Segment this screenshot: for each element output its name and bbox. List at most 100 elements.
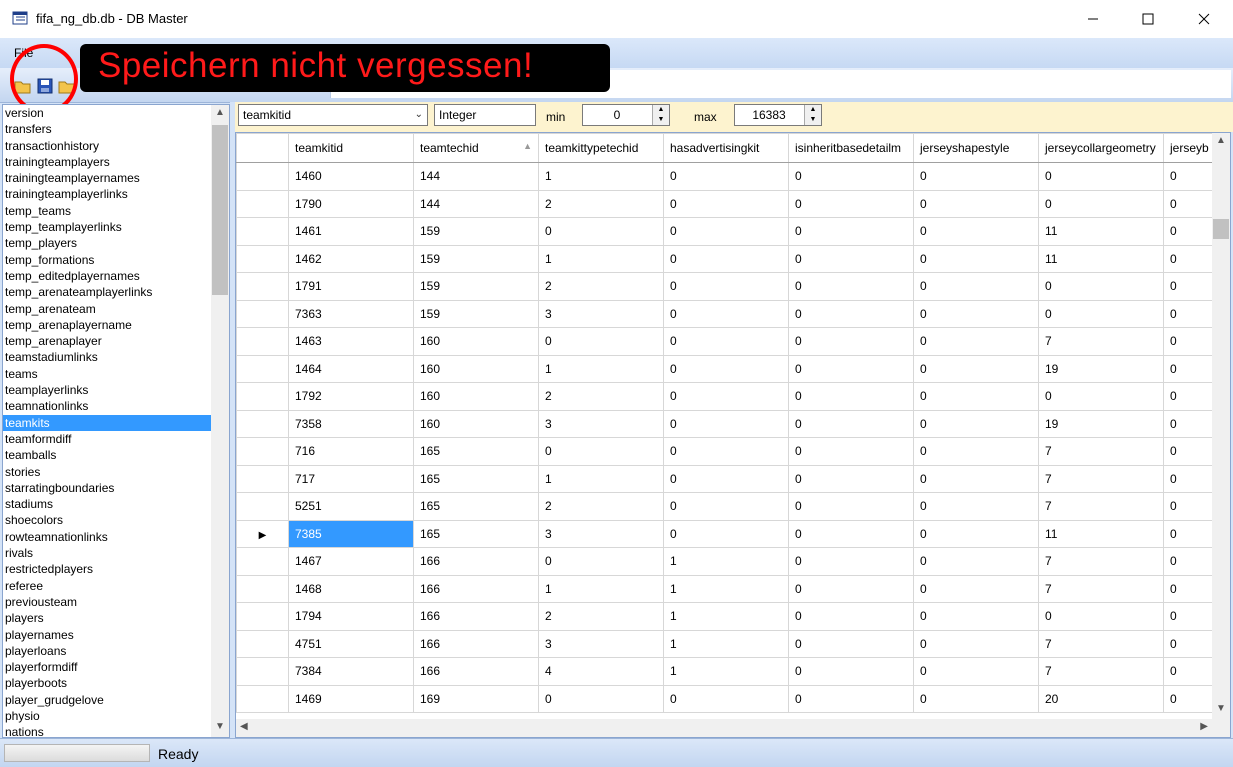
- table-row[interactable]: 1791 159 2 0 0 0 0 0: [236, 272, 1214, 301]
- table-cell[interactable]: 1: [663, 574, 789, 603]
- column-header[interactable]: teamkitid: [288, 133, 414, 163]
- table-cell[interactable]: 165: [413, 437, 539, 466]
- row-header[interactable]: [236, 162, 289, 191]
- table-list-item[interactable]: temp_editedplayernames: [3, 268, 211, 284]
- table-list-item[interactable]: temp_teamplayerlinks: [3, 219, 211, 235]
- table-list-item[interactable]: temp_arenateamplayerlinks: [3, 284, 211, 300]
- table-cell[interactable]: 165: [413, 519, 539, 548]
- table-cell[interactable]: 0: [913, 547, 1039, 576]
- table-cell[interactable]: 2: [538, 272, 664, 301]
- table-cell[interactable]: 0: [663, 492, 789, 521]
- column-header[interactable]: jerseycollargeometry: [1038, 133, 1164, 163]
- table-cell[interactable]: 7: [1038, 464, 1164, 493]
- table-cell[interactable]: 7: [1038, 657, 1164, 686]
- table-row[interactable]: 1467 166 0 1 0 0 7 0: [236, 547, 1214, 576]
- table-cell[interactable]: 0: [788, 409, 914, 438]
- table-row[interactable]: 5251 165 2 0 0 0 7 0: [236, 492, 1214, 521]
- scrollbar-thumb[interactable]: [1213, 219, 1229, 239]
- table-cell[interactable]: 0: [913, 657, 1039, 686]
- table-row[interactable]: 1794 166 2 1 0 0 0 0: [236, 602, 1214, 631]
- row-header[interactable]: [236, 217, 289, 246]
- table-list-item[interactable]: previousteam: [3, 594, 211, 610]
- table-list-item[interactable]: starratingboundaries: [3, 480, 211, 496]
- table-cell[interactable]: 0: [663, 299, 789, 328]
- table-list-item[interactable]: teamkits: [3, 414, 211, 431]
- table-cell[interactable]: 4: [538, 657, 664, 686]
- table-list-item[interactable]: teamnationlinks: [3, 398, 211, 414]
- table-cell[interactable]: 0: [538, 437, 664, 466]
- row-header[interactable]: [236, 382, 289, 411]
- type-field[interactable]: Integer: [434, 104, 536, 126]
- table-cell[interactable]: 0: [1163, 272, 1214, 301]
- table-cell[interactable]: 0: [913, 519, 1039, 548]
- table-list-item[interactable]: temp_players: [3, 235, 211, 251]
- table-list-item[interactable]: players: [3, 610, 211, 626]
- table-cell[interactable]: 1: [538, 244, 664, 273]
- table-row[interactable]: 4751 166 3 1 0 0 7 0: [236, 629, 1214, 658]
- table-cell[interactable]: 7358: [288, 409, 414, 438]
- table-list-item[interactable]: playernames: [3, 627, 211, 643]
- row-header[interactable]: [236, 629, 289, 658]
- table-cell[interactable]: 1469: [288, 684, 414, 713]
- table-cell[interactable]: 0: [1163, 437, 1214, 466]
- table-cell[interactable]: 0: [1163, 162, 1214, 191]
- column-header[interactable]: jerseyshapestyle: [913, 133, 1039, 163]
- table-cell[interactable]: 2: [538, 189, 664, 218]
- row-header[interactable]: [236, 272, 289, 301]
- table-cell[interactable]: 1794: [288, 602, 414, 631]
- table-cell[interactable]: 0: [913, 684, 1039, 713]
- table-cell[interactable]: 11: [1038, 244, 1164, 273]
- table-cell[interactable]: 1467: [288, 547, 414, 576]
- table-cell[interactable]: 0: [788, 272, 914, 301]
- table-cell[interactable]: 7: [1038, 574, 1164, 603]
- table-cell[interactable]: 0: [663, 684, 789, 713]
- table-cell[interactable]: 1461: [288, 217, 414, 246]
- table-list-item[interactable]: referee: [3, 578, 211, 594]
- row-header-corner[interactable]: [236, 133, 289, 163]
- table-cell[interactable]: 0: [788, 244, 914, 273]
- table-list-item[interactable]: teamstadiumlinks: [3, 349, 211, 365]
- table-cell[interactable]: 0: [538, 547, 664, 576]
- table-list-item[interactable]: shoecolors: [3, 512, 211, 528]
- table-cell[interactable]: 0: [913, 382, 1039, 411]
- table-row[interactable]: 1790 144 2 0 0 0 0 0: [236, 189, 1214, 218]
- table-row[interactable]: 1469 169 0 0 0 0 20 0: [236, 684, 1214, 713]
- table-cell[interactable]: 1462: [288, 244, 414, 273]
- row-header[interactable]: [236, 189, 289, 218]
- table-cell[interactable]: 0: [1163, 217, 1214, 246]
- table-cell[interactable]: 0: [1163, 602, 1214, 631]
- table-cell[interactable]: 0: [663, 437, 789, 466]
- table-list-item[interactable]: playerformdiff: [3, 659, 211, 675]
- table-cell[interactable]: 165: [413, 492, 539, 521]
- table-cell[interactable]: 0: [788, 547, 914, 576]
- table-cell[interactable]: 160: [413, 382, 539, 411]
- table-cell[interactable]: 0: [788, 189, 914, 218]
- table-cell[interactable]: 2: [538, 382, 664, 411]
- table-list-item[interactable]: teamplayerlinks: [3, 382, 211, 398]
- table-cell[interactable]: 0: [913, 437, 1039, 466]
- table-cell[interactable]: 0: [913, 162, 1039, 191]
- table-cell[interactable]: 166: [413, 547, 539, 576]
- table-cell[interactable]: 0: [788, 464, 914, 493]
- column-header[interactable]: jerseyb: [1163, 133, 1214, 163]
- table-cell[interactable]: 1792: [288, 382, 414, 411]
- table-cell[interactable]: 166: [413, 574, 539, 603]
- table-list-item[interactable]: transfers: [3, 121, 211, 137]
- table-cell[interactable]: 1: [538, 464, 664, 493]
- table-cell[interactable]: 0: [913, 602, 1039, 631]
- table-cell[interactable]: 0: [1038, 162, 1164, 191]
- table-cell[interactable]: 3: [538, 519, 664, 548]
- table-cell[interactable]: 11: [1038, 217, 1164, 246]
- table-row[interactable]: 1468 166 1 1 0 0 7 0: [236, 574, 1214, 603]
- table-cell[interactable]: 0: [1163, 657, 1214, 686]
- table-cell[interactable]: 0: [1163, 244, 1214, 273]
- table-cell[interactable]: 0: [1163, 492, 1214, 521]
- table-cell[interactable]: 0: [913, 272, 1039, 301]
- table-list-item[interactable]: temp_formations: [3, 252, 211, 268]
- table-list-item[interactable]: teamformdiff: [3, 431, 211, 447]
- table-cell[interactable]: 0: [1163, 629, 1214, 658]
- scroll-down-icon[interactable]: ▼: [1215, 703, 1227, 717]
- table-cell[interactable]: 0: [1163, 189, 1214, 218]
- table-cell[interactable]: 1790: [288, 189, 414, 218]
- table-row[interactable]: 1463 160 0 0 0 0 7 0: [236, 327, 1214, 356]
